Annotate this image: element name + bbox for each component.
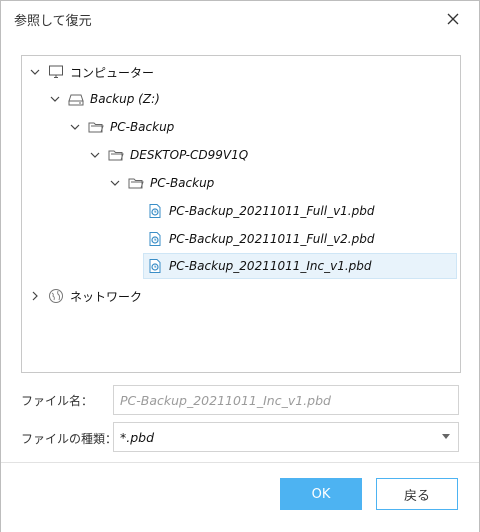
restore-browse-dialog: 参照して復元 コンピューター Backup (Z:) PC-Backup DES… [0,0,480,532]
tree-node-computer[interactable]: コンピューター [28,60,154,84]
tree-label-computer: コンピューター [70,65,155,80]
dialog-title: 参照して復元 [14,14,92,29]
dropdown-arrow-icon [442,434,450,439]
tree-node-file[interactable]: PC-Backup_20211011_Full_v2.pbd [146,227,374,251]
close-button[interactable] [441,7,465,31]
tree-node-drive[interactable]: Backup (Z:) [48,87,160,111]
tree-node-folder-desktop[interactable]: DESKTOP-CD99V1Q [88,143,248,167]
backup-file-icon [146,257,164,275]
ok-button[interactable]: OK [280,478,362,510]
tree-node-file[interactable]: PC-Backup_20211011_Full_v1.pbd [146,199,374,223]
drive-icon [67,90,85,108]
filetype-dropdown[interactable]: *.pbd [113,422,459,452]
filetype-value: *.pbd [120,429,155,445]
backup-file-icon [146,230,164,248]
backup-file-icon [146,202,164,220]
folder-icon [127,174,145,192]
dialog-footer: OK 戻る [1,462,479,532]
tree-label-file: PC-Backup_20211011_Inc_v1.pbd [169,259,372,273]
filename-label: ファイル名： [21,394,94,408]
filetype-label: ファイルの種類： [21,432,118,446]
chevron-right-icon[interactable] [28,289,42,303]
tree-label-folder: PC-Backup [150,176,215,190]
tree-node-network[interactable]: ネットワーク [28,284,142,308]
chevron-down-icon[interactable] [88,148,102,162]
tree-node-folder-pc-backup[interactable]: PC-Backup [68,115,174,139]
tree-label-drive: Backup (Z:) [90,92,160,106]
close-icon [447,13,459,25]
folder-icon [87,118,105,136]
tree-node-folder-pc-backup-sub[interactable]: PC-Backup [108,171,214,195]
chevron-down-icon[interactable] [108,176,122,190]
monitor-icon [47,63,65,81]
tree-label-folder: PC-Backup [110,120,175,134]
back-button[interactable]: 戻る [376,478,458,510]
filename-field[interactable]: PC-Backup_20211011_Inc_v1.pbd [113,385,459,415]
globe-icon [47,287,65,305]
folder-icon [107,146,125,164]
tree-node-file-selected[interactable]: PC-Backup_20211011_Inc_v1.pbd [143,253,457,279]
tree-label-file: PC-Backup_20211011_Full_v2.pbd [169,232,375,246]
tree-label-folder: DESKTOP-CD99V1Q [130,148,249,162]
folder-tree[interactable]: コンピューター Backup (Z:) PC-Backup DESKTOP-CD… [21,55,461,373]
tree-label-network: ネットワーク [70,289,143,304]
title-bar: 参照して復元 [1,1,479,37]
chevron-down-icon[interactable] [68,120,82,134]
chevron-down-icon[interactable] [28,65,42,79]
chevron-down-icon[interactable] [48,92,62,106]
tree-label-file: PC-Backup_20211011_Full_v1.pbd [169,204,375,218]
